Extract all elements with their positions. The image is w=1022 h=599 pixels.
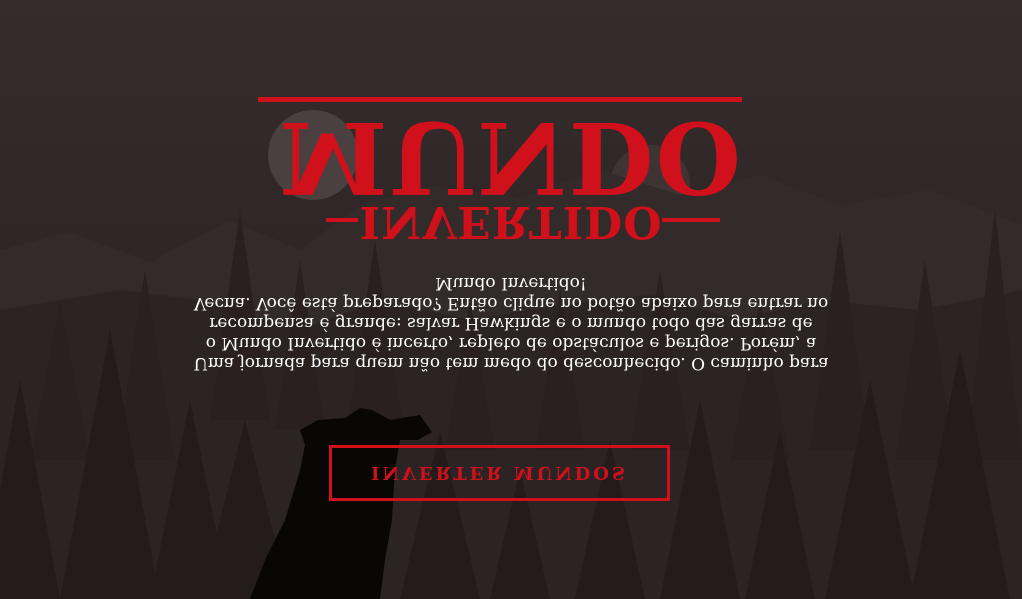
invert-worlds-button[interactable]: INVERTER MUNDOS (329, 445, 670, 501)
inverted-content: INVERTIDO MUNDO Uma jornada para quem nã… (0, 0, 1022, 599)
logo: INVERTIDO MUNDO (0, 96, 1022, 247)
logo-line-left (326, 218, 358, 222)
logo-title: MUNDO (279, 99, 743, 214)
logo-line-right (662, 218, 720, 222)
page-stage: INVERTIDO MUNDO Uma jornada para quem nã… (0, 0, 1022, 599)
hero-description: Uma jornada para quem não tem medo do de… (193, 273, 829, 373)
logo-underline (258, 97, 742, 102)
